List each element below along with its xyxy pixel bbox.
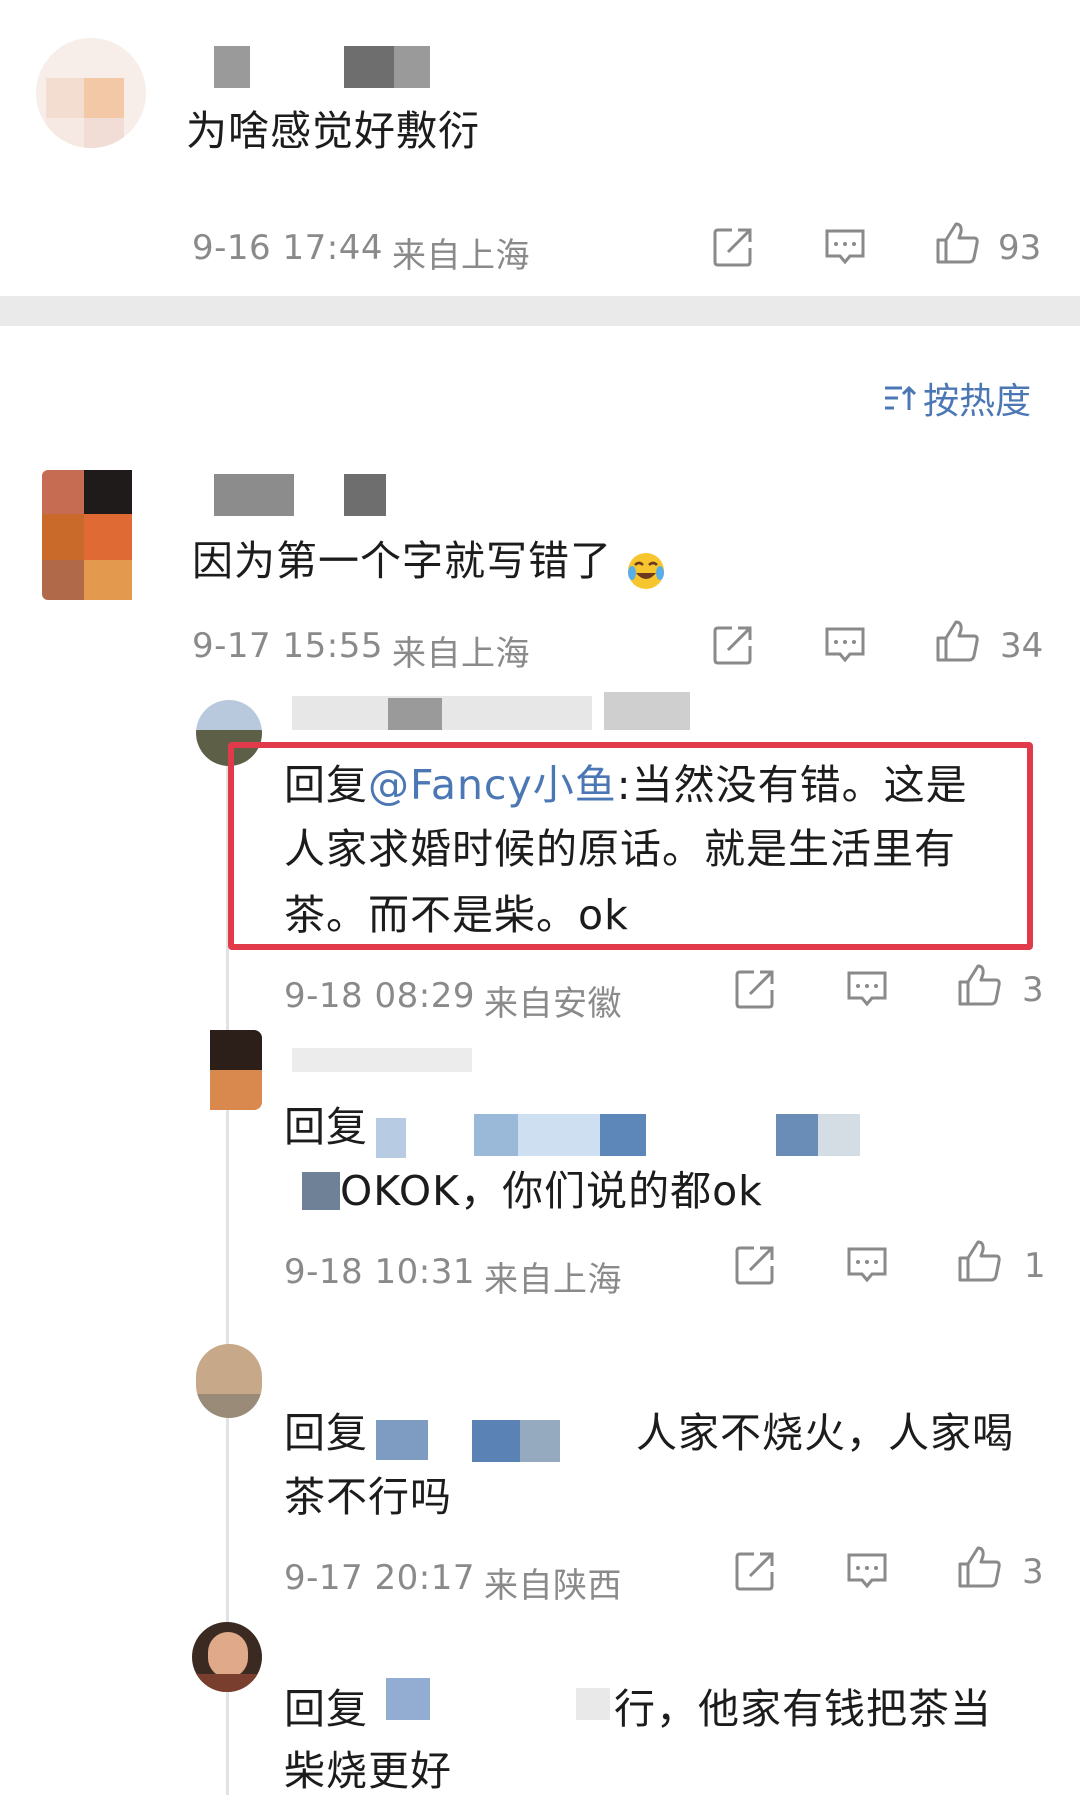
laugh-cry-emoji-icon xyxy=(626,544,666,589)
mention-blurred[interactable] xyxy=(376,1118,406,1158)
reply-text: 茶不行吗 xyxy=(284,1473,452,1521)
reply-text: 回复 xyxy=(284,1103,368,1151)
avatar[interactable] xyxy=(36,38,146,148)
like-count: 1 xyxy=(1024,1246,1046,1286)
username-blurred[interactable] xyxy=(604,692,690,730)
avatar[interactable] xyxy=(42,470,142,600)
mention-blurred[interactable] xyxy=(386,1678,430,1720)
reply-text: 柴烧更好 xyxy=(284,1747,452,1795)
mention-blurred[interactable] xyxy=(474,1114,518,1156)
like-count: 93 xyxy=(998,228,1042,268)
comment-location: 来自上海 xyxy=(392,634,530,674)
comment-time: 9-17 15:55 xyxy=(192,626,383,666)
comment-location: 来自上海 xyxy=(392,236,530,276)
section-divider xyxy=(0,296,1080,326)
like-icon[interactable] xyxy=(956,962,1002,1008)
reply-location: 来自安徽 xyxy=(484,984,622,1024)
mention-blurred[interactable] xyxy=(600,1114,646,1156)
share-icon[interactable] xyxy=(732,966,778,1012)
like-icon[interactable] xyxy=(934,618,980,664)
like-count: 34 xyxy=(1000,626,1044,666)
username-blurred[interactable] xyxy=(292,1048,472,1072)
sort-label: 按热度 xyxy=(923,381,1032,422)
reply-text: 行，他家有钱把茶当 xyxy=(614,1685,992,1733)
avatar[interactable] xyxy=(196,1344,262,1418)
comment-icon[interactable] xyxy=(844,1548,890,1594)
avatar[interactable] xyxy=(196,1030,262,1110)
reply-text: 回复 xyxy=(284,1685,368,1733)
username-blurred[interactable] xyxy=(388,698,442,730)
reply-time: 9-18 10:31 xyxy=(284,1252,475,1292)
like-icon[interactable] xyxy=(956,1544,1002,1590)
mention-blurred[interactable] xyxy=(472,1420,520,1462)
share-icon[interactable] xyxy=(732,1548,778,1594)
reply-text: 回复 xyxy=(284,1409,368,1457)
username-blurred[interactable] xyxy=(292,696,592,730)
avatar[interactable] xyxy=(192,1622,262,1692)
comment-icon[interactable] xyxy=(822,224,868,270)
username-blurred[interactable] xyxy=(344,46,394,88)
reply-text: 人家不烧火，人家喝 xyxy=(636,1409,1014,1457)
like-icon[interactable] xyxy=(934,220,980,266)
comment-text: 因为第一个字就写错了 xyxy=(192,528,666,594)
reply-time: 9-18 08:29 xyxy=(284,976,475,1016)
mention-blurred[interactable] xyxy=(520,1420,560,1462)
sort-icon xyxy=(882,380,918,416)
share-icon[interactable] xyxy=(732,1242,778,1288)
username-blurred[interactable] xyxy=(214,474,294,516)
like-count: 3 xyxy=(1022,1552,1044,1592)
reply-time: 9-17 20:17 xyxy=(284,1558,475,1598)
share-icon[interactable] xyxy=(710,224,756,270)
reply-text: 回复@Fancy小鱼:当然没有错。这是 xyxy=(284,761,968,809)
mention-blurred[interactable] xyxy=(818,1114,860,1156)
share-icon[interactable] xyxy=(710,622,756,668)
like-icon[interactable] xyxy=(956,1238,1002,1284)
mention-blurred[interactable] xyxy=(776,1114,818,1156)
username-blurred[interactable] xyxy=(214,46,250,88)
reply-location: 来自上海 xyxy=(484,1260,622,1300)
sort-button[interactable]: 按热度 xyxy=(882,372,1031,424)
comment-icon[interactable] xyxy=(822,622,868,668)
comment-text: 为啥感觉好敷衍 xyxy=(186,107,480,155)
username-blurred[interactable] xyxy=(344,474,386,516)
like-count: 3 xyxy=(1022,970,1044,1010)
reply-text: OKOK，你们说的都ok xyxy=(340,1167,763,1215)
mention-blurred[interactable] xyxy=(576,1688,610,1720)
mention-link[interactable]: @Fancy小鱼 xyxy=(368,761,617,809)
reply-location: 来自陕西 xyxy=(484,1566,622,1606)
comment-icon[interactable] xyxy=(844,966,890,1012)
username-blurred[interactable] xyxy=(394,46,430,88)
mention-blurred[interactable] xyxy=(376,1420,428,1460)
comment-icon[interactable] xyxy=(844,1242,890,1288)
blurred-prefix xyxy=(302,1172,340,1210)
reply-text: 茶。而不是柴。ok xyxy=(284,891,629,939)
comment-time: 9-16 17:44 xyxy=(192,228,383,268)
reply-text: 人家求婚时候的原话。就是生活里有 xyxy=(284,825,956,873)
